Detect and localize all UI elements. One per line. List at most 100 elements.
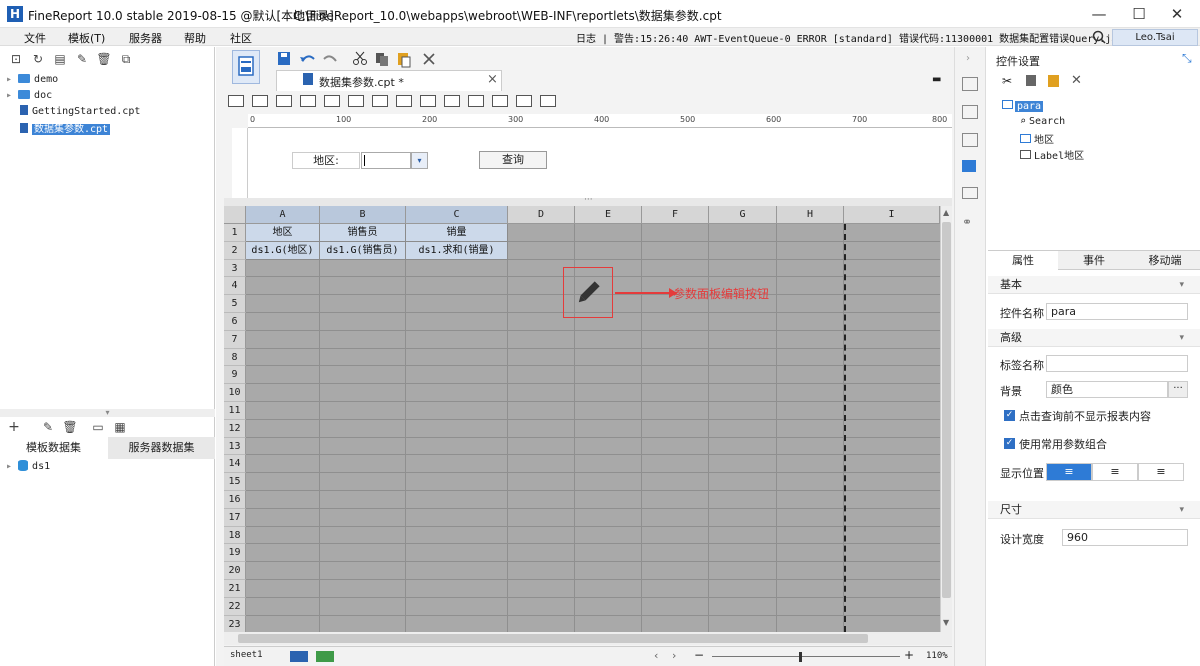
tree-file-dataset-param[interactable]: 数据集参数.cpt bbox=[20, 120, 111, 135]
vertical-scrollbar[interactable]: ▲ ▼ bbox=[940, 206, 952, 632]
widget-settings-icon[interactable] bbox=[962, 160, 976, 172]
close-button[interactable]: ✕ bbox=[1154, 0, 1200, 28]
column-header-I[interactable]: I bbox=[844, 206, 940, 224]
section-advanced[interactable]: 高级 ▾ bbox=[988, 329, 1200, 347]
row-header-7[interactable]: 7 bbox=[224, 330, 246, 349]
date-widget-icon[interactable] bbox=[324, 95, 340, 107]
row-header-5[interactable]: 5 bbox=[224, 295, 246, 313]
paste-icon[interactable] bbox=[398, 53, 411, 68]
tag-name-input[interactable] bbox=[1046, 355, 1188, 372]
add-form-sheet-icon[interactable] bbox=[316, 651, 334, 662]
scroll-right-icon[interactable]: › bbox=[672, 649, 676, 662]
cut-icon[interactable] bbox=[353, 51, 367, 65]
refresh-icon[interactable]: ↻ bbox=[30, 51, 46, 67]
combo-widget-icon[interactable] bbox=[300, 95, 316, 107]
report-grid[interactable]: ABCDEFGHI 1 2 3 4 5 6 7 8 9 10 11 12 13 14 15 16 17 18 19 2… bbox=[224, 206, 940, 632]
row-header-16[interactable]: 16 bbox=[224, 491, 246, 509]
row-header-11[interactable]: 11 bbox=[224, 402, 246, 420]
row-header-3[interactable]: 3 bbox=[224, 259, 246, 278]
float-element-icon[interactable] bbox=[962, 133, 978, 147]
area-label[interactable]: 地区: bbox=[292, 152, 360, 169]
row-header-22[interactable]: 22 bbox=[224, 597, 246, 616]
column-header-H[interactable]: H bbox=[777, 206, 844, 224]
column-header-B[interactable]: B bbox=[320, 206, 406, 224]
row-header-10[interactable]: 10 bbox=[224, 384, 246, 402]
sheet-tab[interactable]: sheet1 bbox=[230, 650, 263, 660]
menu-server[interactable]: 服务器 bbox=[129, 30, 162, 46]
panel-splitter[interactable]: ▾ bbox=[0, 409, 215, 417]
grid-corner[interactable] bbox=[224, 206, 246, 224]
tag-widget-icon[interactable] bbox=[444, 95, 460, 107]
menu-file[interactable]: 文件 bbox=[24, 30, 46, 46]
delete-icon[interactable]: ✕ bbox=[1071, 73, 1082, 88]
row-header-17[interactable]: 17 bbox=[224, 508, 246, 527]
zoom-level[interactable]: 110% bbox=[926, 651, 948, 661]
copy-icon[interactable] bbox=[1026, 75, 1036, 86]
zoom-out-icon[interactable]: − bbox=[694, 648, 704, 662]
column-header-D[interactable]: D bbox=[508, 206, 575, 224]
cell-A1[interactable]: 地区 bbox=[246, 224, 320, 242]
textarea-widget-icon[interactable] bbox=[372, 95, 388, 107]
radio-group-icon[interactable] bbox=[492, 95, 508, 107]
open-icon[interactable]: ▤ bbox=[52, 51, 68, 67]
cut-icon[interactable]: ✂ bbox=[1002, 74, 1012, 88]
column-header-G[interactable]: G bbox=[709, 206, 777, 224]
save-icon[interactable] bbox=[278, 52, 290, 65]
combo-dropdown-icon[interactable]: ▾ bbox=[411, 152, 428, 169]
row-header-6[interactable]: 6 bbox=[224, 313, 246, 331]
cell-B1[interactable]: 销售员 bbox=[320, 224, 406, 242]
row-header-1[interactable]: 1 bbox=[224, 224, 246, 242]
align-left-button[interactable]: ≡ bbox=[1046, 463, 1092, 481]
rename-icon[interactable]: ✎ bbox=[74, 51, 90, 67]
tree-folder-demo[interactable]: ▸ demo bbox=[6, 74, 58, 85]
row-header-9[interactable]: 9 bbox=[224, 366, 246, 385]
row-header-15[interactable]: 15 bbox=[224, 473, 246, 491]
align-center-button[interactable]: ≡ bbox=[1092, 463, 1138, 481]
row-header-4[interactable]: 4 bbox=[224, 277, 246, 296]
column-header-E[interactable]: E bbox=[575, 206, 642, 224]
row-header-13[interactable]: 13 bbox=[224, 437, 246, 456]
column-header-C[interactable]: C bbox=[406, 206, 508, 224]
button-widget-icon[interactable] bbox=[276, 95, 292, 107]
tree-widget-icon[interactable] bbox=[516, 95, 532, 107]
copy-icon[interactable] bbox=[376, 53, 388, 66]
list-widget-icon[interactable] bbox=[468, 95, 484, 107]
query-button[interactable]: 查询 bbox=[479, 151, 547, 169]
column-header-A[interactable]: A bbox=[246, 206, 320, 224]
paste-icon[interactable] bbox=[1048, 75, 1059, 87]
menu-help[interactable]: 帮助 bbox=[184, 30, 206, 46]
more-widgets-icon[interactable] bbox=[540, 95, 556, 107]
cell-B2[interactable]: ds1.G(销售员) bbox=[320, 242, 406, 260]
edit-dataset-icon[interactable]: ✎ bbox=[40, 419, 56, 435]
redo-icon[interactable] bbox=[323, 55, 337, 62]
zoom-in-icon[interactable]: + bbox=[904, 648, 914, 662]
row-header-23[interactable]: 23 bbox=[224, 615, 246, 632]
checkbox-widget-icon[interactable] bbox=[420, 95, 436, 107]
tree-node-para[interactable]: para bbox=[1002, 100, 1044, 112]
param-splitter[interactable]: ··· bbox=[224, 195, 952, 206]
label-widget-icon[interactable] bbox=[228, 95, 244, 107]
zoom-slider[interactable] bbox=[712, 656, 900, 657]
horizontal-scrollbar[interactable] bbox=[224, 632, 952, 645]
row-header-19[interactable]: 19 bbox=[224, 544, 246, 563]
design-width-input[interactable]: 960 bbox=[1062, 529, 1188, 546]
tab-mobile[interactable]: 移动端 bbox=[1130, 251, 1200, 270]
cell-A2[interactable]: ds1.G(地区) bbox=[246, 242, 320, 260]
undo-icon[interactable] bbox=[300, 55, 315, 62]
search-icon[interactable] bbox=[1092, 30, 1106, 44]
delete-icon[interactable]: 🗑 bbox=[96, 51, 112, 67]
row-header-12[interactable]: 12 bbox=[224, 419, 246, 438]
tree-node-search[interactable]: ⌕ Search bbox=[1020, 116, 1065, 127]
align-right-button[interactable]: ≡ bbox=[1138, 463, 1184, 481]
tree-node-label-area[interactable]: Label地区 bbox=[1020, 147, 1084, 162]
menu-community[interactable]: 社区 bbox=[230, 30, 252, 46]
tree-file-gettingstarted[interactable]: GettingStarted.cpt bbox=[20, 105, 140, 117]
expand-panel-icon[interactable]: ⤡ bbox=[1182, 51, 1192, 66]
radio-widget-icon[interactable] bbox=[396, 95, 412, 107]
section-size[interactable]: 尺寸 ▾ bbox=[988, 501, 1200, 519]
widget-name-input[interactable]: para bbox=[1046, 303, 1188, 320]
hyperlink-icon[interactable]: ⚭ bbox=[962, 215, 972, 229]
text-widget-icon[interactable] bbox=[252, 95, 268, 107]
new-folder-icon[interactable]: ⊡ bbox=[8, 51, 24, 67]
dataset-item[interactable]: ▸ ds1 bbox=[6, 460, 50, 472]
